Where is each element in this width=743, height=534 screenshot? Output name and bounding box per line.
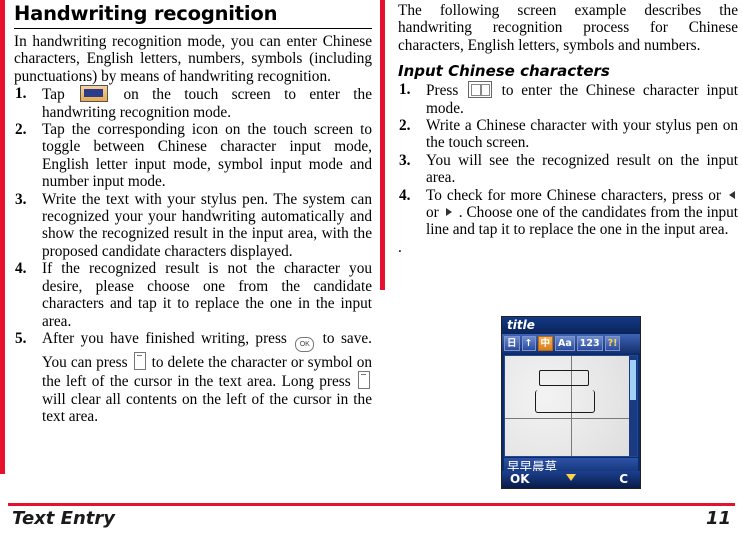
left-arrow-icon xyxy=(729,190,735,199)
left-column: Handwriting recognition In handwriting r… xyxy=(14,0,372,426)
right-intro-paragraph: The following screen example describes t… xyxy=(398,2,738,54)
step-number: 4. xyxy=(399,186,411,204)
toolbar-icon-0[interactable]: 日 xyxy=(504,336,520,351)
step-number: 2. xyxy=(15,121,27,139)
step-text-part2: . Choose one of the candidates from the … xyxy=(426,204,739,239)
toolbar-icon-latin[interactable]: Aa xyxy=(555,336,575,351)
sub-section-title: Input Chinese characters xyxy=(398,62,610,81)
document-page: Handwriting recognition In handwriting r… xyxy=(0,0,743,534)
list-item: 3. Write the text with your stylus pen. … xyxy=(14,191,372,261)
clear-key-icon xyxy=(358,371,370,390)
list-item: 2. Tap the corresponding icon on the tou… xyxy=(14,121,372,191)
softkey-ok[interactable]: OK xyxy=(510,472,530,486)
step-number: 3. xyxy=(399,151,411,169)
toolbar-icon-symbol[interactable]: ?! xyxy=(604,336,621,351)
chinese-input-icon xyxy=(467,81,492,99)
step-text-part1: To check for more Chinese characters, pr… xyxy=(426,186,722,204)
list-item: 4. To check for more Chinese characters,… xyxy=(398,187,738,239)
clear-key-icon xyxy=(133,351,146,370)
softkey-clear[interactable]: C xyxy=(619,472,628,486)
list-item: 2. Write a Chinese character with your s… xyxy=(398,117,738,152)
right-column: The following screen example describes t… xyxy=(398,0,738,256)
left-red-rule xyxy=(0,0,5,474)
toolbar-icon-number[interactable]: 123 xyxy=(576,336,603,351)
footer-chapter-label: Text Entry xyxy=(12,508,115,529)
step-text: Tap the corresponding icon on the touch … xyxy=(42,121,372,191)
toolbar-icon-1[interactable]: ↑ xyxy=(521,336,536,351)
step-text-part4: will clear all contents on the left of t… xyxy=(42,390,372,426)
list-item: 3. You will see the recognized result on… xyxy=(398,152,738,187)
title-underline xyxy=(14,28,372,29)
page-title: Handwriting recognition xyxy=(14,2,278,25)
canvas-scrollbar-thumb[interactable] xyxy=(630,360,636,400)
list-item: 5. After you have finished writing, pres… xyxy=(14,330,372,426)
list-item: 4. If the recognized result is not the c… xyxy=(14,260,372,330)
list-item: 1. Tap on the touch screen to enter the … xyxy=(14,85,372,121)
right-arrow-icon xyxy=(445,208,452,217)
ok-key-icon: OK xyxy=(295,336,315,352)
handwriting-mode-icon xyxy=(80,85,109,103)
step-text: Write a Chinese character with your styl… xyxy=(426,117,738,152)
list-item: 1. Press to enter the Chinese character … xyxy=(398,81,738,117)
handwriting-stroke xyxy=(539,370,589,386)
step-number: 4. xyxy=(15,260,27,278)
canvas-guide-horizontal xyxy=(505,418,637,419)
step-text-mid: or xyxy=(426,204,439,222)
step-number: 2. xyxy=(399,117,411,135)
softkey-down-arrow-icon[interactable] xyxy=(566,474,576,481)
handwriting-stroke xyxy=(535,390,595,413)
step-text-part1: After you have finished writing, press xyxy=(42,329,287,347)
footer-red-rule xyxy=(8,503,735,506)
trailing-dot: . xyxy=(398,238,402,256)
step-text-before-icon: Tap xyxy=(42,86,65,104)
step-text: Write the text with your stylus pen. The… xyxy=(42,190,372,260)
step-number: 1. xyxy=(399,81,411,99)
step-number: 1. xyxy=(15,85,27,103)
right-steps-list: 1. Press to enter the Chinese character … xyxy=(398,81,738,239)
step-text: You will see the recognized result on th… xyxy=(426,151,738,187)
left-steps-list: 1. Tap on the touch screen to enter the … xyxy=(14,85,372,425)
step-text-before-icon: Press xyxy=(426,82,459,100)
step-text: If the recognized result is not the char… xyxy=(42,260,372,330)
phone-input-toolbar: 日 ↑ 中 Aa 123 ?! xyxy=(502,334,640,353)
toolbar-icon-chinese[interactable]: 中 xyxy=(537,336,554,351)
phone-title-bar: title xyxy=(502,317,640,334)
phone-screenshot-figure: title 日 ↑ 中 Aa 123 ?! 早早晨草 OK C xyxy=(501,316,641,489)
step-number: 5. xyxy=(15,329,27,347)
step-number: 3. xyxy=(15,190,27,208)
left-intro-paragraph: In handwriting recognition mode, you can… xyxy=(14,33,372,85)
footer-page-number: 11 xyxy=(705,508,731,529)
middle-red-rule xyxy=(380,0,385,290)
handwriting-canvas[interactable] xyxy=(504,355,638,457)
phone-softkey-bar: OK C xyxy=(502,471,640,488)
canvas-scrollbar[interactable] xyxy=(629,356,637,456)
